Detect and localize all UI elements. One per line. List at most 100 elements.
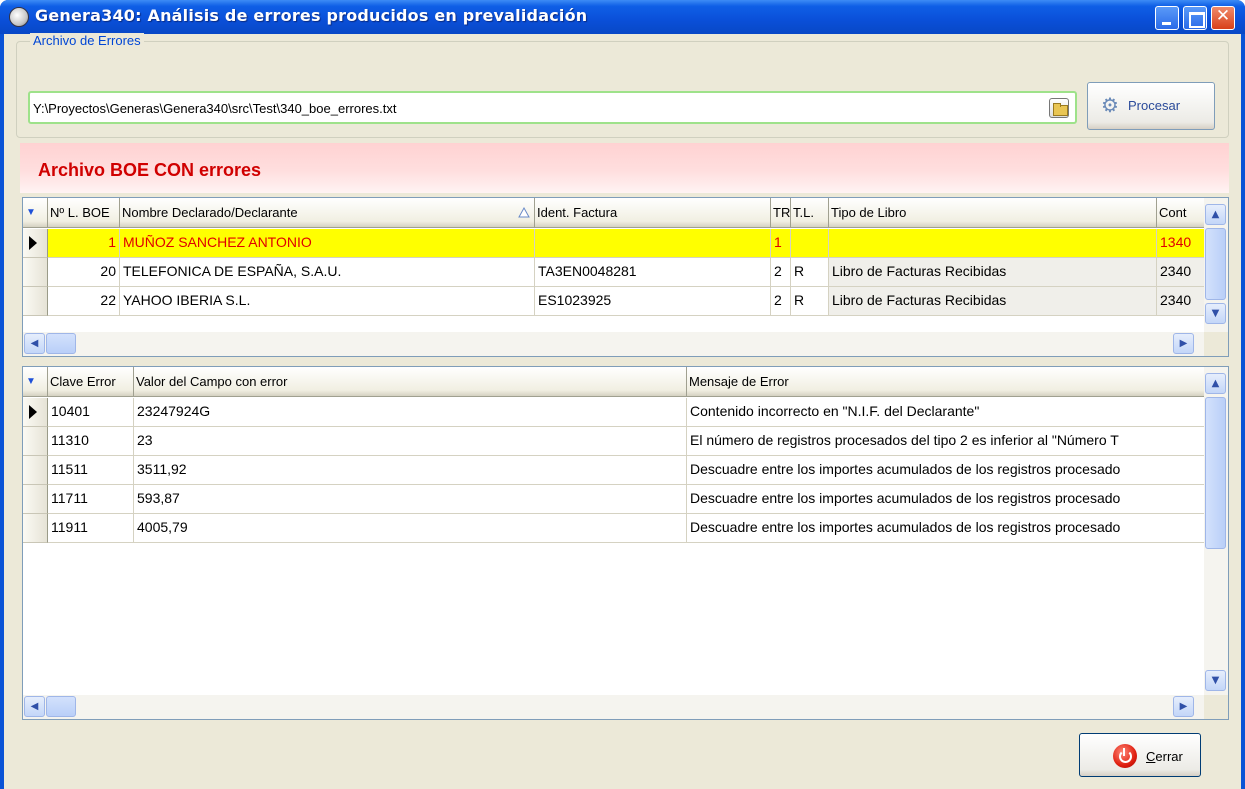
col-header-num[interactable]: Nº L. BOE [48, 198, 120, 228]
cell-clave[interactable]: 11310 [48, 427, 134, 456]
scroll-left-icon[interactable]: ◀ [24, 333, 45, 354]
cell-valor[interactable]: 23 [134, 427, 687, 456]
close-x-icon: ✕ [1215, 6, 1231, 26]
cell-tl[interactable] [791, 229, 829, 258]
col-header-name[interactable]: Nombre Declarado/Declarante [120, 198, 535, 228]
process-button-label: Procesar [1128, 98, 1181, 113]
status-banner: Archivo BOE CON errores [20, 143, 1229, 193]
scroll-right-icon[interactable]: ▶ [1173, 333, 1194, 354]
col-header-ident[interactable]: Ident. Factura [535, 198, 771, 228]
row-indicator [23, 427, 48, 456]
minimize-button[interactable] [1155, 6, 1179, 30]
col-header-valor[interactable]: Valor del Campo con error [134, 367, 687, 397]
file-path-input[interactable] [33, 98, 1028, 118]
cell-mensaje[interactable]: Descuadre entre los importes acumulados … [687, 456, 1207, 485]
records-vertical-scrollbar[interactable]: ▲ ▼ [1204, 198, 1228, 332]
close-label-mnemonic: C [1146, 749, 1156, 764]
col-header-clave[interactable]: Clave Error [48, 367, 134, 397]
application-window: Genera340: Análisis de errores producido… [0, 0, 1245, 789]
errors-horizontal-scrollbar[interactable]: ◀ ▶ [23, 695, 1206, 719]
records-horizontal-scrollbar[interactable]: ◀ ▶ [23, 332, 1206, 356]
cell-clave[interactable]: 11511 [48, 456, 134, 485]
cell-mensaje[interactable]: Contenido incorrecto en "N.I.F. del Decl… [687, 398, 1207, 427]
cell-clave[interactable]: 11711 [48, 485, 134, 514]
cell-cont[interactable]: 2340 [1157, 287, 1207, 316]
row-indicator-icon [23, 229, 48, 258]
row-indicator [23, 514, 48, 543]
process-button[interactable]: ⚙ Procesar [1087, 82, 1215, 130]
records-grid[interactable]: ▼ Nº L. BOE Nombre Declarado/Declarante … [22, 197, 1229, 357]
cell-ident[interactable]: TA3EN0048281 [535, 258, 771, 287]
col-header-tl[interactable]: T.L. [791, 198, 829, 228]
cell-ident[interactable]: ES1023925 [535, 287, 771, 316]
cell-tipo[interactable]: Libro de Facturas Recibidas [829, 287, 1157, 316]
row-indicator-icon [23, 398, 48, 427]
title-bar[interactable]: Genera340: Análisis de errores producido… [0, 0, 1245, 34]
scroll-up-icon[interactable]: ▲ [1205, 373, 1226, 394]
power-icon [1113, 744, 1137, 768]
cell-name[interactable]: MUÑOZ SANCHEZ ANTONIO [120, 229, 535, 258]
scroll-right-icon[interactable]: ▶ [1173, 696, 1194, 717]
close-button[interactable]: Cerrar [1079, 733, 1201, 777]
close-label-rest: errar [1155, 749, 1183, 764]
cell-cont[interactable]: 2340 [1157, 258, 1207, 287]
scroll-corner [1204, 695, 1228, 719]
errors-grid[interactable]: ▼ Clave Error Valor del Campo con error … [22, 366, 1229, 720]
column-chooser-icon: ▼ [26, 207, 36, 218]
scroll-thumb[interactable] [1205, 228, 1226, 300]
sort-ascending-icon [518, 207, 530, 218]
col-header-mensaje[interactable]: Mensaje de Error [687, 367, 1207, 397]
scroll-down-icon[interactable]: ▼ [1205, 670, 1226, 691]
cell-tr[interactable]: 1 [771, 229, 791, 258]
scroll-thumb[interactable] [1205, 397, 1226, 549]
window-title: Genera340: Análisis de errores producido… [35, 6, 588, 25]
grid-corner-header[interactable]: ▼ [23, 367, 48, 397]
cell-ident[interactable] [535, 229, 771, 258]
errors-vertical-scrollbar[interactable]: ▲ ▼ [1204, 367, 1228, 695]
scroll-thumb[interactable] [46, 696, 76, 717]
cell-tipo[interactable] [829, 229, 1157, 258]
cell-cont[interactable]: 1340 [1157, 229, 1207, 258]
col-header-tipo[interactable]: Tipo de Libro [829, 198, 1157, 228]
scroll-up-icon[interactable]: ▲ [1205, 204, 1226, 225]
row-indicator [23, 456, 48, 485]
cell-tr[interactable]: 2 [771, 287, 791, 316]
cell-name[interactable]: TELEFONICA DE ESPAÑA, S.A.U. [120, 258, 535, 287]
maximize-button[interactable] [1183, 6, 1207, 30]
cell-mensaje[interactable]: Descuadre entre los importes acumulados … [687, 514, 1207, 543]
col-header-tr[interactable]: TR [771, 198, 791, 228]
cell-mensaje[interactable]: Descuadre entre los importes acumulados … [687, 485, 1207, 514]
cell-name[interactable]: YAHOO IBERIA S.L. [120, 287, 535, 316]
cell-num[interactable]: 22 [48, 287, 120, 316]
folder-open-icon[interactable] [1049, 98, 1069, 118]
row-indicator [23, 485, 48, 514]
cell-tr[interactable]: 2 [771, 258, 791, 287]
col-header-cont[interactable]: Cont [1157, 198, 1207, 228]
cell-valor[interactable]: 3511,92 [134, 456, 687, 485]
app-icon[interactable] [9, 7, 29, 27]
cell-clave[interactable]: 11911 [48, 514, 134, 543]
file-path-box [28, 91, 1077, 124]
scroll-left-icon[interactable]: ◀ [24, 696, 45, 717]
cell-clave[interactable]: 10401 [48, 398, 134, 427]
cell-tl[interactable]: R [791, 287, 829, 316]
file-group-legend: Archivo de Errores [30, 33, 144, 48]
gears-icon: ⚙ [1101, 95, 1119, 117]
col-header-name-label: Nombre Declarado/Declarante [122, 205, 298, 220]
scroll-down-icon[interactable]: ▼ [1205, 303, 1226, 324]
scroll-corner [1204, 332, 1228, 356]
cell-mensaje[interactable]: El número de registros procesados del ti… [687, 427, 1207, 456]
status-banner-text: Archivo BOE CON errores [38, 160, 262, 180]
cell-tl[interactable]: R [791, 258, 829, 287]
close-button-label: Cerrar [1146, 749, 1183, 764]
row-indicator [23, 258, 48, 287]
close-window-button[interactable]: ✕ [1211, 6, 1235, 30]
cell-num[interactable]: 1 [48, 229, 120, 258]
scroll-thumb[interactable] [46, 333, 76, 354]
cell-valor[interactable]: 4005,79 [134, 514, 687, 543]
cell-num[interactable]: 20 [48, 258, 120, 287]
grid-corner-header[interactable]: ▼ [23, 198, 48, 228]
cell-valor[interactable]: 23247924G [134, 398, 687, 427]
cell-tipo[interactable]: Libro de Facturas Recibidas [829, 258, 1157, 287]
cell-valor[interactable]: 593,87 [134, 485, 687, 514]
